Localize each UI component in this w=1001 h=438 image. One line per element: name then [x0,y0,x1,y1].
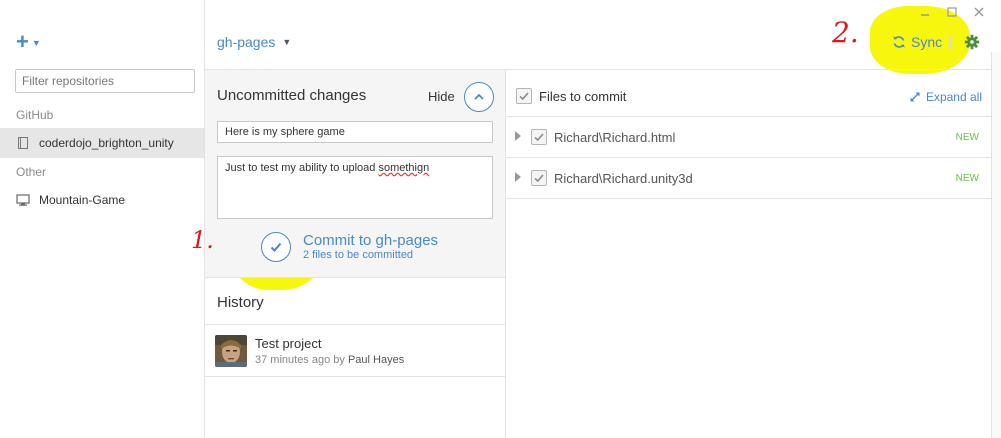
expand-icon [909,91,921,103]
changes-panel: Uncommitted changes Hide Just to test my… [205,70,506,438]
repo-name: Mountain-Game [39,193,126,207]
files-header: Files to commit Expand all [506,70,991,117]
select-all-checkbox[interactable] [516,88,532,104]
maximize-icon[interactable] [946,6,958,18]
file-name[interactable]: Richard\Richard.html [554,130,675,145]
commit-author: Paul Hayes [347,354,405,366]
sidebar-item-coderdojo-brighton-unity[interactable]: coderdojo_brighton_unity [0,128,204,158]
chevron-right-icon[interactable] [515,131,521,141]
divider [950,35,951,50]
commit-time: 37 minutes ago [255,354,331,366]
book-icon [16,136,30,150]
sync-icon [892,35,906,49]
commit-summary-input[interactable] [217,121,493,143]
files-panel: Files to commit Expand all Richard\Richa… [506,70,991,438]
hide-button-label[interactable]: Hide [428,89,455,104]
sidebar: + ▼ GitHub coderdojo_brighton_unity Othe… [0,0,205,438]
file-row[interactable]: Richard\Richard.html NEW [506,117,991,158]
chevron-up-icon [473,91,485,103]
description-text: Just to test my ability to upload [225,162,379,174]
window-controls [919,6,985,18]
sidebar-item-mountain-game[interactable]: Mountain-Game [0,185,204,215]
commit-description-field[interactable]: Just to test my ability to upload someth… [217,156,493,219]
scrollbar[interactable] [991,52,1001,438]
group-label-github: GitHub [16,108,54,122]
annotation-step-2: 2. [832,16,859,49]
commit-label: Commit to gh-pages [303,232,439,249]
status-badge: NEW [955,173,979,184]
avatar [215,335,247,367]
add-repository-button[interactable]: + ▼ [16,29,41,54]
uncommitted-changes-section: Uncommitted changes Hide Just to test my… [205,70,505,278]
sync-button[interactable]: Sync [892,34,942,50]
checkmark-icon [261,232,291,262]
close-icon[interactable] [973,6,985,18]
chevron-down-icon: ▼ [282,37,292,47]
branch-selector[interactable]: gh-pages ▼ [217,34,291,50]
file-checkbox[interactable] [531,129,547,145]
history-item[interactable]: Test project 37 minutes ago by Paul Haye… [205,325,505,377]
commit-meta: 37 minutes ago by Paul Hayes [255,354,404,366]
repo-name: coderdojo_brighton_unity [39,136,174,150]
history-title: History [217,294,264,311]
filter-repositories-input[interactable] [15,69,195,93]
monitor-icon [16,193,30,207]
expand-all-label: Expand all [925,90,982,104]
chevron-right-icon[interactable] [515,172,521,182]
status-badge: NEW [955,132,979,143]
gear-icon[interactable] [964,34,980,50]
minimize-icon[interactable] [919,6,931,18]
commit-by: by [333,354,345,366]
sync-label: Sync [911,34,943,50]
commit-count: 2 files to be committed [303,249,414,261]
commit-title: Test project [255,336,322,351]
file-name[interactable]: Richard\Richard.unity3d [554,171,693,186]
misspelled-word: somethign [378,162,430,174]
file-checkbox[interactable] [531,170,547,186]
file-row[interactable]: Richard\Richard.unity3d NEW [506,158,991,199]
annotation-step-1: 1. [191,226,214,254]
chevron-down-icon: ▼ [31,38,41,48]
group-label-other: Other [16,165,47,179]
section-title: Uncommitted changes [217,87,367,104]
commit-button[interactable]: Commit to gh-pages 2 files to be committ… [261,232,438,262]
files-to-commit-label: Files to commit [539,89,627,104]
plus-icon: + [16,29,29,54]
hide-button[interactable] [464,82,494,112]
expand-all-button[interactable]: Expand all [909,90,982,104]
branch-name: gh-pages [217,34,276,50]
